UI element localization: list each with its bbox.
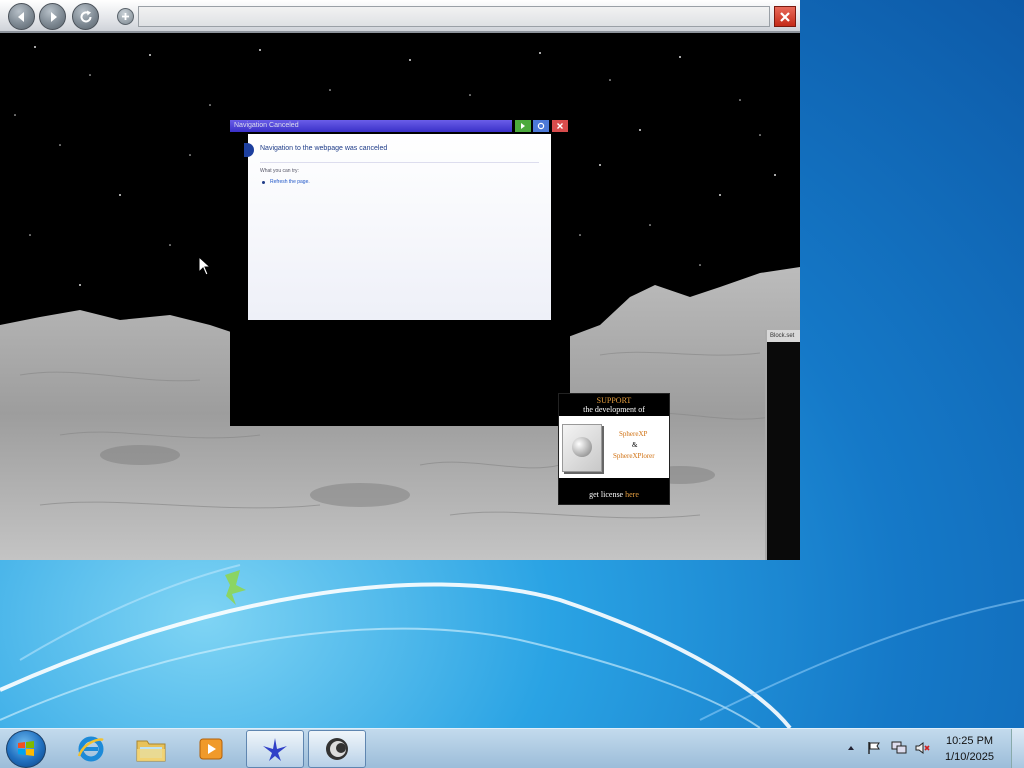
bullet-icon [262, 181, 265, 184]
volume-muted-icon[interactable] [915, 741, 931, 755]
reload-icon[interactable] [72, 3, 99, 30]
ad-product-2: SphereXPlorer [613, 452, 655, 460]
go-icon[interactable] [515, 120, 531, 132]
close-icon[interactable] [774, 6, 796, 27]
media-player-icon [199, 738, 223, 760]
address-input[interactable] [138, 6, 770, 27]
error-heading: Navigation to the webpage was canceled [260, 145, 388, 152]
clock-time[interactable]: 10:25 PM [946, 735, 993, 747]
support-ad[interactable]: SUPPORT the development of SphereXP & Sp… [558, 393, 670, 505]
forward-arrow-icon[interactable] [39, 3, 66, 30]
side-window-title: Block.set [767, 330, 800, 342]
ad-development-text: the development of [583, 405, 645, 414]
internet-explorer-icon [77, 736, 104, 762]
side-window-partial[interactable]: Block.set [765, 330, 800, 560]
ad-product-1: SphereXP [619, 430, 648, 438]
clock-date[interactable]: 1/10/2025 [945, 751, 994, 763]
divider [260, 162, 539, 163]
show-hidden-icons-icon[interactable] [847, 744, 855, 752]
ad-ampersand: & [632, 441, 638, 449]
panel-close-icon[interactable] [552, 120, 568, 132]
refresh-link[interactable]: Refresh the page. [270, 179, 310, 185]
add-icon[interactable] [117, 8, 134, 25]
bird-app-icon [263, 738, 287, 761]
ad-product-area: SphereXP & SphereXPlorer [559, 416, 669, 478]
taskbar-media-player[interactable] [182, 730, 240, 768]
taskbar: 10:25 PM 1/10/2025 [0, 728, 1024, 768]
mouse-cursor-icon [198, 256, 212, 276]
taskbar-bird-app[interactable] [246, 730, 304, 768]
taskbar-windows-explorer[interactable] [122, 730, 180, 768]
error-page: Navigation to the webpage was canceled W… [244, 134, 551, 320]
refresh-icon[interactable] [533, 120, 549, 132]
info-icon [244, 143, 254, 157]
panel-title: Navigation Canceled [230, 120, 512, 132]
action-center-flag-icon[interactable] [867, 741, 881, 755]
ad-support-text: SUPPORT [596, 396, 632, 405]
ad-license-link[interactable]: here [625, 490, 639, 499]
windows-logo-icon [18, 741, 34, 756]
ad-license-line: get license here [559, 490, 669, 499]
sphere-app-icon [326, 738, 348, 760]
product-box-icon [562, 424, 602, 472]
folder-icon [136, 740, 166, 762]
taskbar-spherexplorer[interactable] [308, 730, 366, 768]
taskbar-internet-explorer[interactable] [62, 730, 120, 768]
network-icon[interactable] [891, 741, 907, 755]
show-desktop-button[interactable] [1011, 729, 1024, 768]
toolbar [0, 0, 800, 33]
start-button[interactable] [6, 730, 46, 768]
back-arrow-icon[interactable] [8, 3, 35, 30]
error-subheading: What you can try: [260, 168, 299, 174]
ad-license-text: get license [589, 490, 624, 499]
spherexplorer-window: Navigation Canceled Navigation to the we… [0, 0, 800, 560]
